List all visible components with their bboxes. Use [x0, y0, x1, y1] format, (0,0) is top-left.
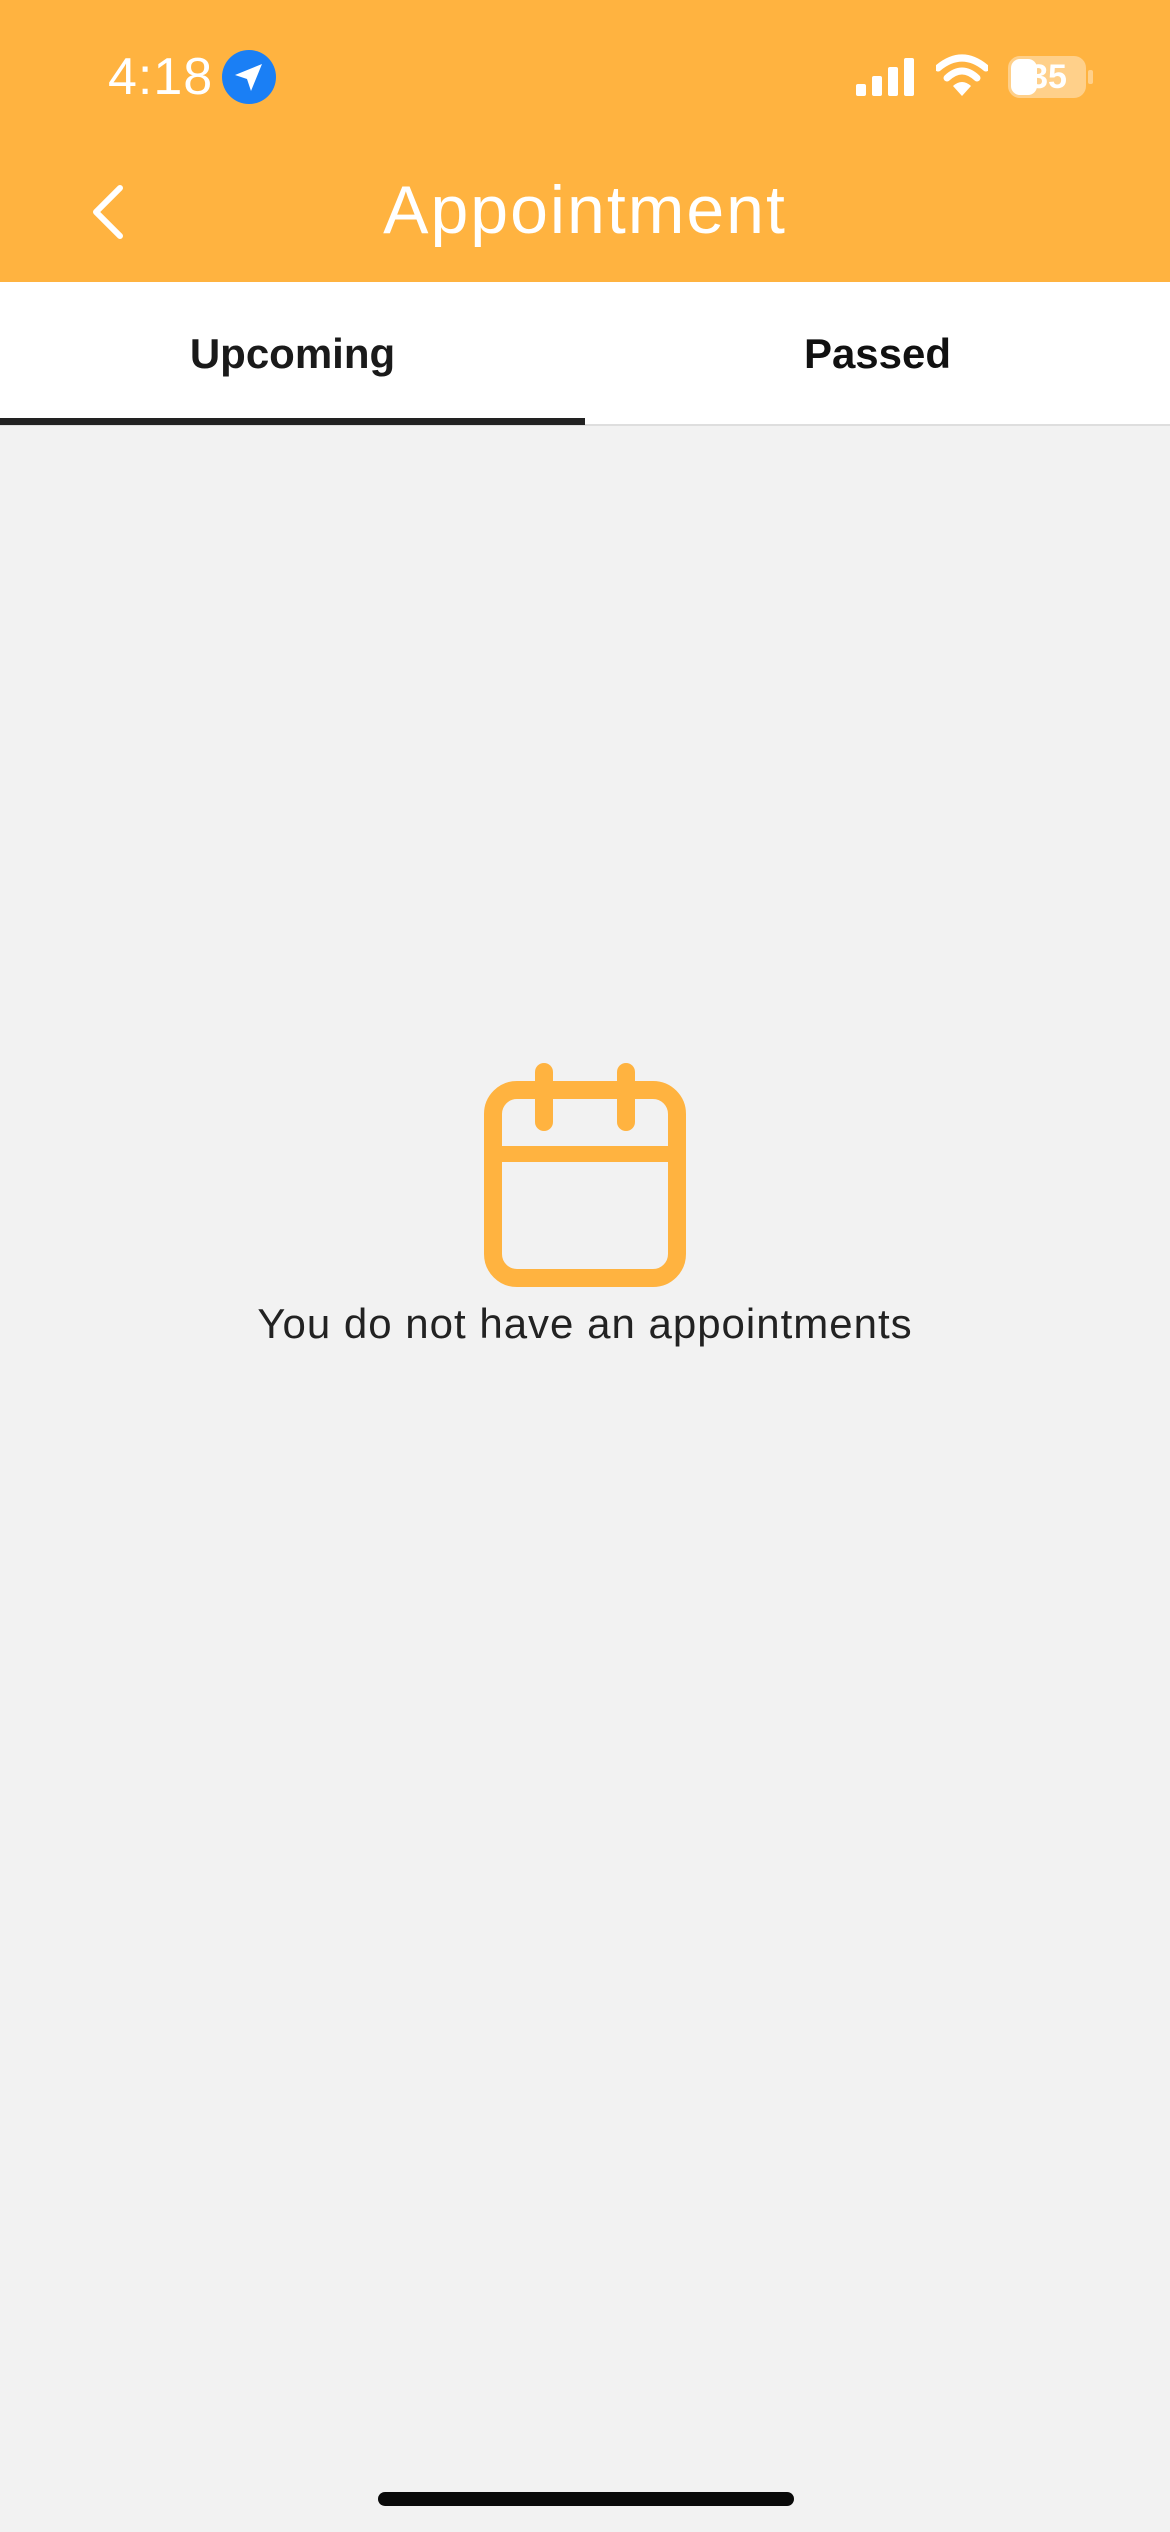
status-time: 4:18 [108, 48, 214, 106]
wifi-icon [936, 54, 988, 96]
tab-upcoming[interactable]: Upcoming [0, 282, 585, 426]
battery-level: 35 [1029, 58, 1067, 96]
location-arrow-icon [222, 50, 276, 104]
tab-selected-indicator [0, 418, 585, 425]
chevron-left-icon [93, 185, 123, 239]
cellular-signal-icon [856, 58, 914, 96]
page-title: Appointment [383, 172, 787, 248]
calendar-icon [484, 1063, 686, 1287]
empty-state-message: You do not have an appointments [257, 1300, 913, 1347]
home-indicator[interactable] [378, 2492, 794, 2506]
header-bar: 4:18 35 Appointment [0, 0, 1170, 282]
tab-passed[interactable]: Passed [585, 282, 1170, 426]
back-button[interactable] [80, 170, 140, 250]
appointment-screen: 4:18 35 Appointment Upcoming Passed You … [0, 0, 1170, 2532]
tab-bar: Upcoming Passed [0, 282, 1170, 426]
